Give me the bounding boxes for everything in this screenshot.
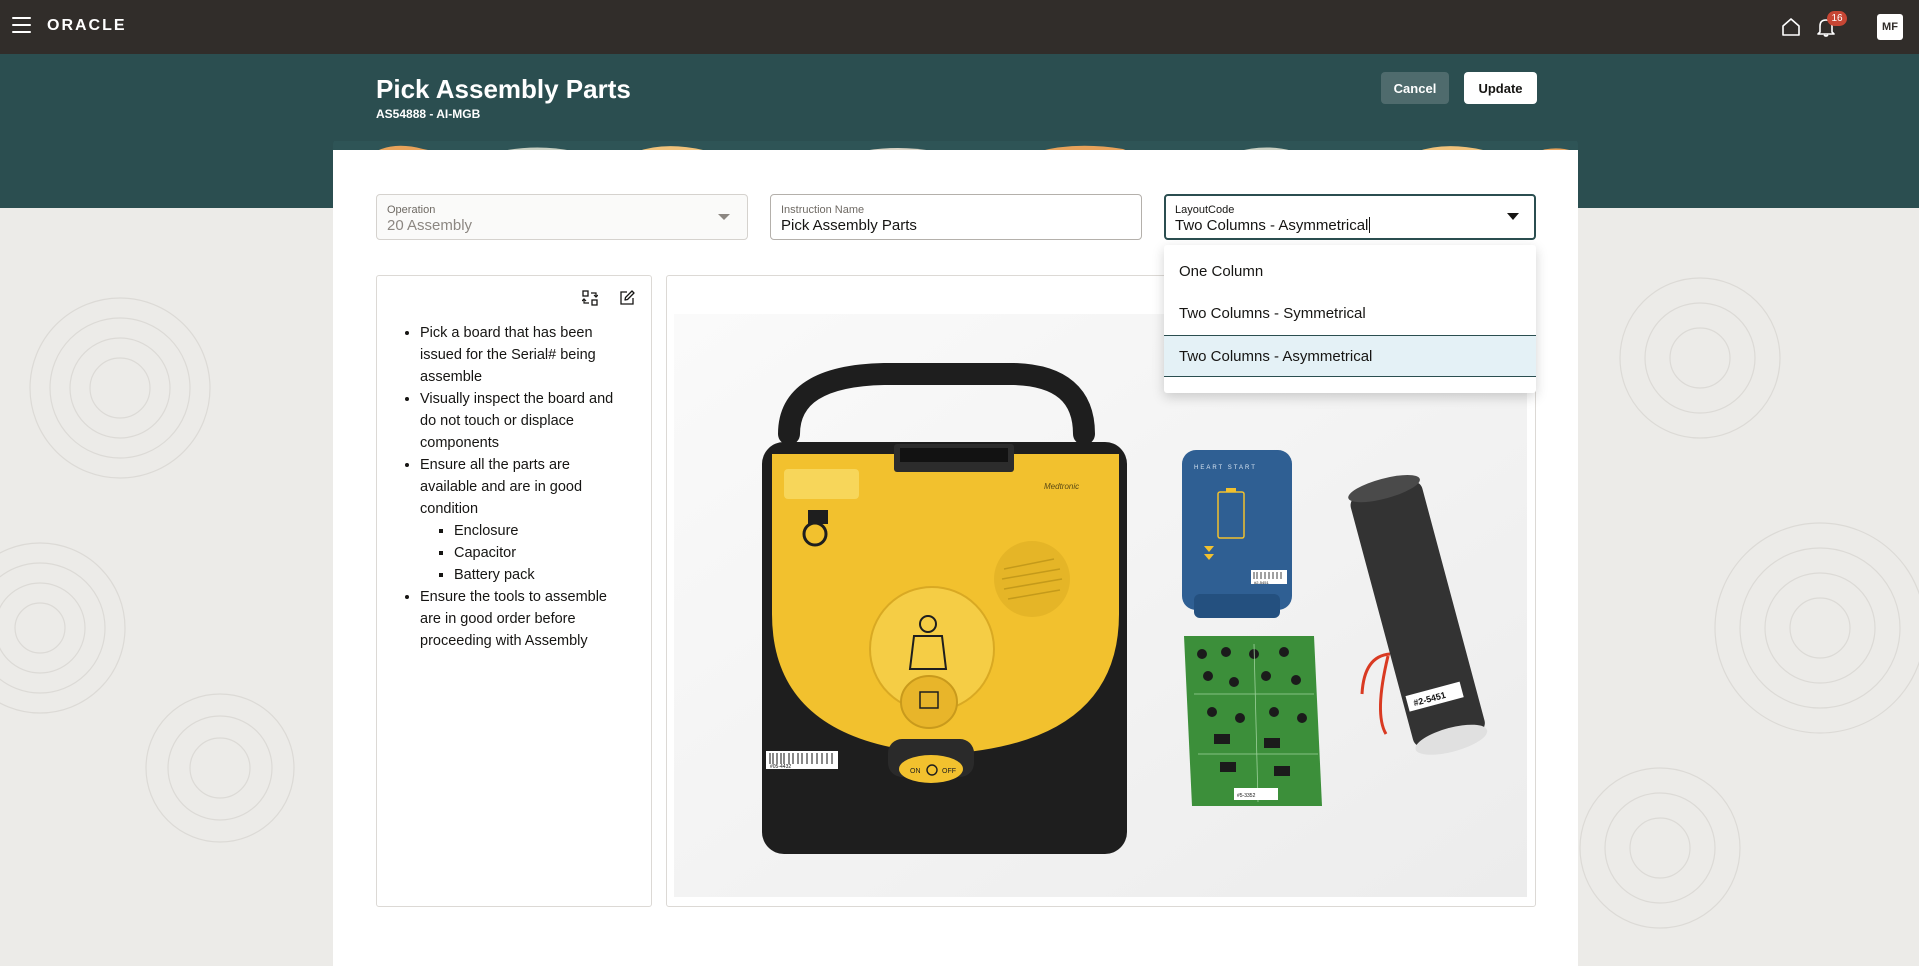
layout-code-field[interactable]: LayoutCode Two Columns - Asymmetrical — [1164, 194, 1536, 240]
page-title: Pick Assembly Parts — [376, 74, 631, 104]
list-item: Visually inspect the board and do not to… — [420, 388, 614, 454]
layout-code-value: Two Columns - Asymmetrical — [1175, 217, 1369, 234]
off-label: OFF — [942, 768, 956, 775]
board-barcode-label: #5-3352 — [1237, 793, 1256, 799]
text-caret — [1369, 217, 1371, 233]
chevron-down-icon[interactable] — [1507, 213, 1519, 220]
sub-list-item: Capacitor — [454, 542, 614, 564]
battery-barcode-label: #2-5451 — [1254, 580, 1269, 585]
battery-brand-label: HEART START — [1194, 465, 1257, 471]
instruction-list: Pick a board that has been issued for th… — [404, 322, 614, 652]
layout-code-dropdown: One Column Two Columns - Symmetrical Two… — [1164, 245, 1536, 393]
product-image: ON OFF #05-4432 Medtronic HEART START #2… — [674, 314, 1527, 897]
notification-badge: 16 — [1827, 11, 1847, 26]
list-item-text: Ensure all the parts are available and a… — [420, 457, 583, 517]
instruction-name-value: Pick Assembly Parts — [781, 217, 917, 234]
sub-list-item: Battery pack — [454, 564, 614, 586]
sub-list: Enclosure Capacitor Battery pack — [440, 520, 614, 586]
update-button[interactable]: Update — [1464, 72, 1537, 104]
circuit-board: #5-3352 — [1184, 636, 1322, 806]
operation-field[interactable]: Operation 20 Assembly — [376, 194, 748, 240]
dropdown-option-one-column[interactable]: One Column — [1164, 251, 1536, 293]
top-nav-bar — [0, 0, 1919, 54]
oracle-logo[interactable]: ORACLE — [47, 17, 127, 35]
dropdown-option-two-columns-symmetrical[interactable]: Two Columns - Symmetrical — [1164, 293, 1536, 335]
hamburger-icon[interactable] — [12, 17, 31, 35]
operation-label: Operation — [387, 204, 436, 216]
instruction-name-label: Instruction Name — [781, 204, 865, 216]
operation-value: 20 Assembly — [387, 217, 473, 234]
defibrillator-device: ON OFF #05-4432 Medtronic — [762, 363, 1127, 854]
sub-list-item: Enclosure — [454, 520, 614, 542]
swap-layout-icon[interactable] — [582, 290, 598, 306]
chevron-down-icon — [718, 214, 730, 220]
layout-code-value-wrap: Two Columns - Asymmetrical — [1175, 217, 1371, 234]
home-icon[interactable] — [1780, 16, 1802, 38]
device-barcode-label: #05-4432 — [770, 764, 791, 770]
list-item: Ensure the tools to assemble are in good… — [420, 586, 614, 652]
list-item: Ensure all the parts are available and a… — [420, 454, 614, 586]
on-label: ON — [910, 768, 921, 775]
cancel-button[interactable]: Cancel — [1381, 72, 1449, 104]
layout-code-label: LayoutCode — [1175, 204, 1235, 216]
instruction-name-field[interactable]: Instruction Name Pick Assembly Parts — [770, 194, 1142, 240]
brand-label: Medtronic — [1044, 482, 1079, 491]
edit-icon[interactable] — [619, 290, 635, 306]
dropdown-option-two-columns-asymmetrical[interactable]: Two Columns - Asymmetrical — [1164, 335, 1536, 377]
user-avatar[interactable]: MF — [1877, 14, 1903, 40]
page-subtitle: AS54888 - AI-MGB — [376, 107, 481, 121]
battery-pack: HEART START #2-5451 — [1182, 450, 1292, 618]
list-item: Pick a board that has been issued for th… — [420, 322, 614, 388]
